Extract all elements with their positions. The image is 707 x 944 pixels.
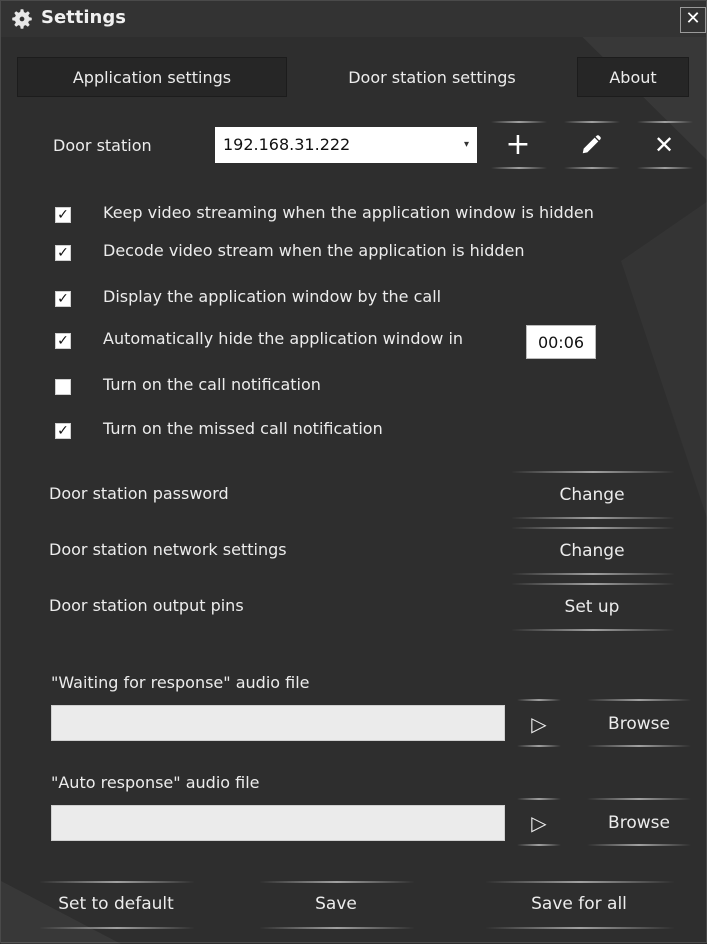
button-divider	[587, 745, 691, 747]
button-divider	[39, 927, 195, 929]
button-divider	[564, 121, 620, 123]
gear-icon	[12, 9, 32, 29]
change-password-button[interactable]: Change	[513, 470, 671, 520]
door-station-value: 192.168.31.222	[223, 135, 351, 154]
auto-hide-time-input[interactable]: 00:06	[526, 325, 596, 359]
button-divider	[564, 167, 620, 169]
close-window-button[interactable]: ✕	[680, 7, 706, 33]
plus-icon: +	[505, 127, 531, 162]
add-door-station-button[interactable]: +	[493, 121, 543, 169]
button-divider	[511, 583, 675, 585]
call-notification-checkbox[interactable]	[55, 379, 71, 395]
play-waiting-audio-button[interactable]: ▷	[519, 699, 559, 749]
delete-door-station-button[interactable]: ✕	[639, 121, 689, 169]
auto-hide-checkbox[interactable]: ✓	[55, 333, 71, 349]
auto-response-audio-label: "Auto response" audio file	[51, 773, 260, 792]
auto-response-audio-input[interactable]	[51, 805, 505, 841]
save-button[interactable]: Save	[261, 879, 411, 929]
button-divider	[259, 881, 415, 883]
button-divider	[587, 798, 691, 800]
button-divider	[517, 844, 561, 846]
button-divider	[511, 629, 675, 631]
pencil-icon	[582, 135, 601, 154]
title-bar: Settings ✕	[1, 1, 706, 37]
settings-window: Settings ✕ Application settings Door sta…	[0, 0, 707, 944]
button-divider	[517, 798, 561, 800]
play-auto-response-button[interactable]: ▷	[519, 798, 559, 848]
output-pins-label: Door station output pins	[49, 596, 244, 615]
save-for-all-button[interactable]: Save for all	[487, 879, 671, 929]
button-divider	[485, 927, 675, 929]
browse-waiting-audio-button[interactable]: Browse	[589, 699, 689, 749]
tab-about[interactable]: About	[577, 57, 689, 97]
setup-output-pins-button[interactable]: Set up	[513, 582, 671, 632]
window-title: Settings	[41, 7, 126, 28]
decode-stream-label: Decode video stream when the application…	[103, 241, 525, 260]
missed-call-checkbox[interactable]: ✓	[55, 423, 71, 439]
button-divider	[587, 844, 691, 846]
button-divider	[485, 881, 675, 883]
set-to-default-button[interactable]: Set to default	[41, 879, 191, 929]
missed-call-label: Turn on the missed call notification	[103, 419, 383, 438]
button-divider	[637, 167, 693, 169]
browse-auto-response-button[interactable]: Browse	[589, 798, 689, 848]
button-divider	[491, 121, 547, 123]
button-divider	[511, 527, 675, 529]
button-divider	[491, 167, 547, 169]
keep-streaming-checkbox[interactable]: ✓	[55, 207, 71, 223]
button-divider	[517, 699, 561, 701]
button-divider	[587, 699, 691, 701]
button-divider	[637, 121, 693, 123]
play-icon: ▷	[531, 712, 547, 736]
close-icon: ✕	[653, 131, 675, 159]
button-divider	[39, 881, 195, 883]
button-divider	[517, 745, 561, 747]
display-window-label: Display the application window by the ca…	[103, 287, 442, 306]
door-station-select[interactable]: 192.168.31.222 ▾	[215, 127, 477, 163]
tab-application-settings[interactable]: Application settings	[17, 57, 287, 97]
play-icon: ▷	[531, 811, 547, 835]
button-divider	[511, 517, 675, 519]
button-divider	[259, 927, 415, 929]
network-settings-label: Door station network settings	[49, 540, 287, 559]
password-label: Door station password	[49, 484, 229, 503]
keep-streaming-label: Keep video streaming when the applicatio…	[103, 203, 594, 222]
edit-door-station-button[interactable]	[566, 121, 616, 169]
decode-stream-checkbox[interactable]: ✓	[55, 245, 71, 261]
door-station-label: Door station	[53, 136, 152, 155]
call-notification-label: Turn on the call notification	[103, 375, 321, 394]
auto-hide-label: Automatically hide the application windo…	[103, 329, 464, 348]
button-divider	[511, 573, 675, 575]
waiting-audio-input[interactable]	[51, 705, 505, 741]
button-divider	[511, 471, 675, 473]
chevron-down-icon: ▾	[463, 139, 469, 150]
display-window-checkbox[interactable]: ✓	[55, 291, 71, 307]
tab-door-station-settings[interactable]: Door station settings	[287, 57, 577, 97]
tab-bar: Application settings Door station settin…	[17, 57, 689, 97]
change-network-button[interactable]: Change	[513, 526, 671, 576]
waiting-audio-label: "Waiting for response" audio file	[51, 673, 310, 692]
